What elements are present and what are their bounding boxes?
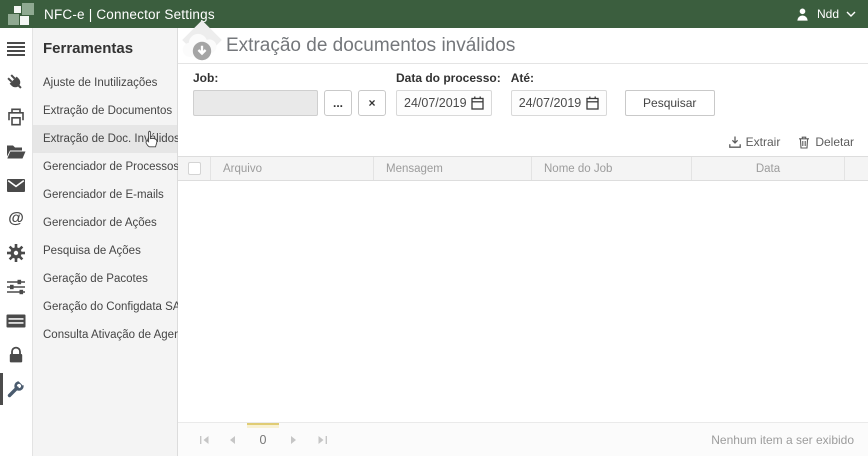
search-button[interactable]: Pesquisar — [625, 90, 715, 116]
download-icon — [729, 136, 741, 148]
printer-icon — [6, 108, 26, 126]
folder-open-icon — [6, 144, 26, 159]
rail-item-server[interactable] — [0, 304, 32, 338]
rail-item-lock[interactable] — [0, 338, 32, 372]
rail-item-wrench[interactable] — [0, 372, 32, 406]
user-icon — [795, 7, 810, 22]
table-header: Arquivo Mensagem Nome do Job Data — [178, 156, 868, 181]
date-to-label: Até: — [511, 71, 607, 85]
last-page-icon — [317, 435, 328, 445]
last-page-button[interactable] — [309, 428, 335, 452]
sidebar: Ferramentas Ajuste de Inutilizações Extr… — [33, 28, 178, 456]
plug-icon — [6, 73, 26, 93]
delete-action[interactable]: Deletar — [798, 135, 854, 149]
pagination-bar: 0 Nenhum item a ser exibido — [178, 422, 868, 456]
date-to-input[interactable]: 24/07/2019 — [511, 90, 607, 116]
page-title: Extração de documentos inválidos — [226, 35, 515, 57]
date-from-input[interactable]: 24/07/2019 — [396, 90, 492, 116]
main-content: Extração de documentos inválidos Job: ..… — [178, 28, 868, 456]
lock-icon — [8, 346, 24, 364]
prev-page-button[interactable] — [219, 428, 245, 452]
gear-icon — [6, 243, 26, 263]
sidebar-item-gerenciador-de-emails[interactable]: Gerenciador de E-mails — [33, 181, 177, 209]
sliders-icon — [6, 279, 26, 295]
ndd-logo — [8, 3, 35, 26]
user-menu[interactable]: Ndd — [795, 7, 856, 22]
column-header-data[interactable]: Data — [692, 157, 845, 180]
pager-status: Nenhum item a ser exibido — [711, 433, 854, 447]
server-icon — [6, 314, 26, 328]
column-header-nome-do-job[interactable]: Nome do Job — [532, 157, 692, 180]
rail-item-at[interactable]: @ — [0, 202, 32, 236]
cloud-download-icon — [178, 28, 222, 64]
next-page-button[interactable] — [281, 428, 307, 452]
app-title: NFC-e | Connector Settings — [44, 7, 215, 22]
search-form: Job: ... × Data do processo: 24/07/2019 — [178, 64, 868, 126]
first-page-button[interactable] — [191, 428, 217, 452]
current-page[interactable]: 0 — [247, 423, 279, 456]
trash-icon — [798, 136, 810, 149]
rail-item-plug[interactable] — [0, 66, 32, 100]
grid-actions: Extrair Deletar — [178, 126, 868, 156]
sidebar-item-pesquisa-de-acoes[interactable]: Pesquisa de Ações — [33, 237, 177, 265]
menu-icon — [7, 42, 25, 56]
column-header-mensagem[interactable]: Mensagem — [374, 157, 532, 180]
rail-item-gear[interactable] — [0, 236, 32, 270]
next-page-icon — [290, 435, 298, 445]
date-from-label: Data do processo: — [396, 71, 501, 85]
at-sign-icon: @ — [8, 211, 24, 227]
job-label: Job: — [193, 71, 386, 85]
calendar-icon — [586, 96, 599, 110]
hand-cursor-icon — [144, 130, 159, 148]
select-all-checkbox[interactable] — [188, 162, 201, 175]
extract-action[interactable]: Extrair — [729, 135, 781, 149]
rail-item-folder[interactable] — [0, 134, 32, 168]
sidebar-item-geracao-do-configdata-sat[interactable]: Geração do Configdata SAT — [33, 293, 177, 321]
username: Ndd — [817, 7, 839, 21]
rail-item-menu[interactable] — [0, 32, 32, 66]
job-clear-button[interactable]: × — [358, 90, 386, 116]
sidebar-item-extracao-de-documentos[interactable]: Extração de Documentos — [33, 97, 177, 125]
sidebar-item-gerenciador-de-acoes[interactable]: Gerenciador de Ações — [33, 209, 177, 237]
first-page-icon — [199, 435, 210, 445]
table-body — [178, 181, 868, 422]
rail-item-sliders[interactable] — [0, 270, 32, 304]
column-header-spacer — [845, 157, 868, 180]
sidebar-item-geracao-de-pacotes[interactable]: Geração de Pacotes — [33, 265, 177, 293]
chevron-down-icon — [846, 11, 856, 17]
prev-page-icon — [228, 435, 236, 445]
sidebar-item-extracao-de-doc-invalidos[interactable]: Extração de Doc. Inválidos — [33, 125, 177, 153]
app-window: NFC-e | Connector Settings Ndd — [0, 0, 868, 456]
sidebar-item-ajuste-de-inutilizacoes[interactable]: Ajuste de Inutilizações — [33, 69, 177, 97]
column-header-arquivo[interactable]: Arquivo — [211, 157, 374, 180]
topbar: NFC-e | Connector Settings Ndd — [0, 0, 868, 28]
sidebar-heading: Ferramentas — [33, 34, 177, 69]
job-input[interactable] — [193, 90, 318, 116]
rail-item-printer[interactable] — [0, 100, 32, 134]
calendar-icon — [471, 96, 484, 110]
mail-icon — [7, 179, 25, 192]
sidebar-item-gerenciador-de-processos[interactable]: Gerenciador de Processos — [33, 153, 177, 181]
wrench-icon — [6, 379, 26, 399]
page-header: Extração de documentos inválidos — [178, 28, 868, 64]
rail-item-mail[interactable] — [0, 168, 32, 202]
job-browse-button[interactable]: ... — [324, 90, 352, 116]
icon-rail: @ — [0, 28, 33, 456]
sidebar-item-consulta-ativacao-de-agente[interactable]: Consulta Ativação de Agente — [33, 321, 177, 349]
current-page-indicator — [247, 423, 279, 428]
